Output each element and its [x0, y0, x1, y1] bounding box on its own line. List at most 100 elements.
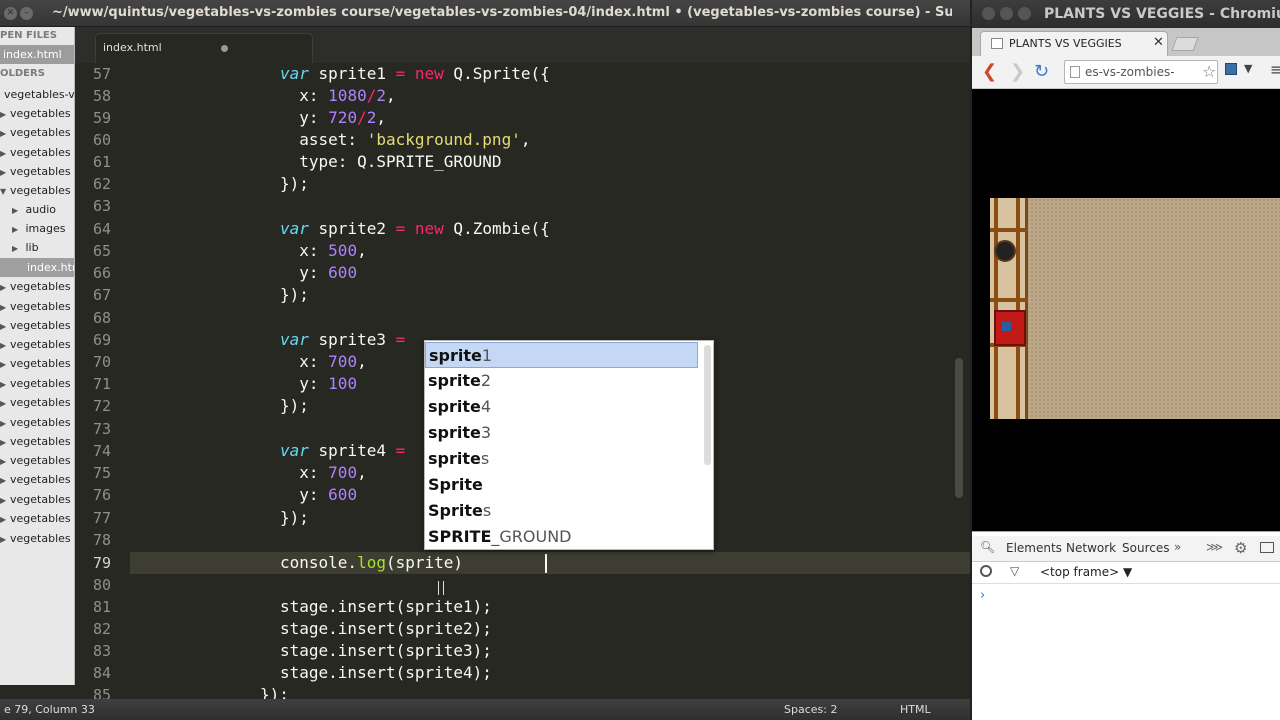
- autocomplete-item[interactable]: Sprites: [425, 498, 698, 524]
- sidebar-folder[interactable]: ▶ vegetables: [0, 413, 74, 432]
- close-window-icon[interactable]: [982, 7, 995, 20]
- browser-tabstrip: PLANTS VS VEGGIES ✕: [972, 28, 1280, 56]
- console-drawer-icon[interactable]: ⋙: [1206, 540, 1223, 554]
- close-tab-icon[interactable]: ✕: [1153, 35, 1164, 50]
- more-tabs-chevron-icon[interactable]: »: [1174, 540, 1181, 554]
- sidebar-folder[interactable]: ▶ vegetables: [0, 374, 74, 393]
- indentation-setting[interactable]: Spaces: 2: [784, 703, 837, 716]
- code-line-84: stage.insert(sprite4);: [280, 663, 492, 682]
- editor-tab[interactable]: index.html: [95, 33, 313, 63]
- browser-tab[interactable]: PLANTS VS VEGGIES ✕: [980, 31, 1168, 56]
- sidebar-subfolder-images[interactable]: ▶ images: [0, 219, 74, 238]
- console-prompt[interactable]: ›: [980, 588, 985, 603]
- editor-scrollbar[interactable]: [955, 358, 963, 498]
- sidebar-folder[interactable]: ▶ vegetables: [0, 529, 74, 548]
- sidebar-folder[interactable]: ▶ vegetables: [0, 354, 74, 373]
- page-viewport[interactable]: [972, 89, 1280, 531]
- tab-network[interactable]: Network: [1066, 541, 1116, 555]
- folder-collapsed-icon: ▶: [0, 149, 7, 158]
- folder-collapsed-icon: ▶: [0, 380, 7, 389]
- autocomplete-item[interactable]: sprite2: [425, 368, 698, 394]
- autocomplete-item-selected[interactable]: sprite1: [425, 342, 698, 368]
- sidebar-folder[interactable]: ▶ vegetables: [0, 393, 74, 412]
- close-window-icon[interactable]: ✕: [4, 7, 17, 20]
- sidebar-selected-file[interactable]: index.htm: [0, 258, 74, 277]
- code-token: ,: [357, 352, 367, 371]
- code-token: var: [280, 441, 309, 460]
- autocomplete-item[interactable]: sprites: [425, 446, 698, 472]
- sidebar-root-folder[interactable]: vegetables-v: [0, 85, 74, 104]
- house-door: [994, 310, 1026, 346]
- completion-match: SPRITE: [428, 527, 492, 546]
- sidebar-open-file[interactable]: index.html: [0, 45, 74, 64]
- sidebar-folder[interactable]: ▶ vegetables: [0, 316, 74, 335]
- sidebar-folder[interactable]: ▶ vegetables: [0, 490, 74, 509]
- forward-arrow-icon[interactable]: ❯: [1010, 61, 1025, 82]
- sidebar-folder[interactable]: ▶ vegetables: [0, 470, 74, 489]
- code-line-67: });: [280, 285, 309, 304]
- line-number: 62: [92, 175, 111, 193]
- reload-icon[interactable]: ↻: [1034, 61, 1049, 82]
- unsaved-dot-icon[interactable]: [221, 45, 228, 52]
- code-token: y:: [280, 108, 329, 127]
- autocomplete-item[interactable]: sprite3: [425, 420, 698, 446]
- sidebar-folder[interactable]: ▶ vegetables: [0, 335, 74, 354]
- folder-collapsed-icon: ▶: [0, 419, 7, 428]
- browser-toolbar: ❮ ❯ ↻ es-vs-zombies- ☆ ▼ ≡: [972, 56, 1280, 89]
- sidebar-folder[interactable]: ▶ vegetables: [0, 451, 74, 470]
- minimize-window-icon[interactable]: –: [20, 7, 33, 20]
- code-token: sprite3: [308, 330, 396, 349]
- sidebar-folder[interactable]: ▶ vegetables: [0, 162, 74, 181]
- minimize-window-icon[interactable]: [1000, 7, 1013, 20]
- frame-selector[interactable]: <top frame> ▼: [1040, 565, 1132, 579]
- devtools-toolbar: 🔍︎ Elements Network Sources » ⋙ ⚙: [972, 536, 1280, 562]
- folder-collapsed-icon: ▶: [0, 515, 7, 524]
- tab-sources[interactable]: Sources: [1122, 541, 1169, 555]
- autocomplete-item[interactable]: Sprite: [425, 472, 698, 498]
- game-canvas[interactable]: [990, 198, 1280, 419]
- syntax-selector[interactable]: HTML: [900, 703, 931, 716]
- sidebar-folder[interactable]: ▶ vegetables: [0, 432, 74, 451]
- dock-side-icon[interactable]: [1260, 542, 1274, 553]
- sidebar-folder[interactable]: ▼ vegetables: [0, 181, 74, 200]
- line-number: 60: [92, 131, 111, 149]
- address-bar[interactable]: es-vs-zombies- ☆: [1064, 60, 1218, 84]
- line-number: 63: [92, 197, 111, 215]
- code-token: y:: [280, 374, 329, 393]
- folder-collapsed-icon: ▶: [0, 360, 7, 369]
- tab-elements[interactable]: Elements: [1006, 541, 1062, 555]
- extension-menu-chevron-icon[interactable]: ▼: [1244, 62, 1252, 75]
- line-number: 69: [92, 331, 111, 349]
- inspect-search-icon[interactable]: 🔍︎: [980, 540, 995, 554]
- sidebar-folder[interactable]: ▶ vegetables: [0, 143, 74, 162]
- sidebar-folder[interactable]: ▶ vegetables: [0, 277, 74, 296]
- browser-menu-icon[interactable]: ≡: [1270, 60, 1280, 79]
- code-line-66: y: 600: [280, 262, 357, 284]
- extension-icon[interactable]: [1225, 63, 1237, 75]
- sidebar-subfolder-audio[interactable]: ▶ audio: [0, 200, 74, 219]
- bookmark-star-icon[interactable]: ☆: [1202, 62, 1216, 81]
- status-bar: e 79, Column 33 Spaces: 2 HTML: [0, 699, 970, 720]
- completion-match: Sprite: [428, 501, 483, 520]
- sidebar-folder[interactable]: ▶ vegetables: [0, 297, 74, 316]
- filter-icon[interactable]: ▽: [1010, 564, 1019, 578]
- autocomplete-item[interactable]: SPRITE_GROUND: [425, 524, 698, 549]
- autocomplete-popup[interactable]: sprite1 sprite2 sprite4 sprite3 sprites …: [424, 340, 714, 550]
- code-line-59: y: 720/2,: [280, 107, 386, 129]
- autocomplete-scrollbar[interactable]: [704, 345, 711, 465]
- autocomplete-item[interactable]: sprite4: [425, 394, 698, 420]
- folder-collapsed-icon: ▶: [0, 496, 7, 505]
- sidebar-subfolder-lib[interactable]: ▶ lib: [0, 238, 74, 257]
- code-token: (sprite): [385, 553, 464, 572]
- sidebar-folder[interactable]: ▶ vegetables: [0, 509, 74, 528]
- new-tab-button[interactable]: [1171, 37, 1199, 51]
- line-number: 70: [92, 353, 111, 371]
- code-token: 600: [328, 263, 358, 282]
- sidebar-folder[interactable]: ▶ vegetables: [0, 104, 74, 123]
- line-number: 74: [92, 442, 111, 460]
- sidebar-folder[interactable]: ▶ vegetables: [0, 123, 74, 142]
- back-arrow-icon[interactable]: ❮: [982, 61, 997, 82]
- maximize-window-icon[interactable]: [1018, 7, 1031, 20]
- clear-console-icon[interactable]: [980, 565, 992, 577]
- gear-icon[interactable]: ⚙: [1234, 539, 1247, 557]
